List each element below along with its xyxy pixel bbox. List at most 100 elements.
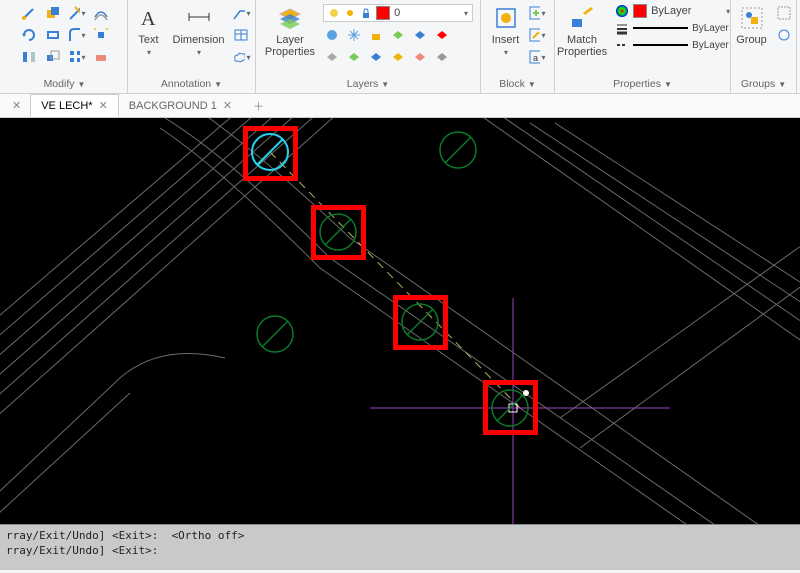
color-combo[interactable]: ByLayer ▾: [615, 4, 730, 18]
tab-label: BACKGROUND 1: [129, 100, 217, 112]
layer-uniso-icon[interactable]: [345, 48, 363, 66]
layer-off-icon[interactable]: [323, 26, 341, 44]
group-annotation-label: Annotation: [161, 78, 211, 90]
insert-button[interactable]: Insert ▾: [490, 4, 522, 57]
chevron-down-icon: ▾: [504, 48, 508, 57]
group-properties-label: Properties: [613, 78, 661, 90]
match-properties-label: Match Properties: [557, 34, 607, 58]
file-tab[interactable]: VE LECH* ✕: [30, 94, 119, 117]
group-label-text: Group: [736, 34, 767, 46]
color-swatch: [376, 6, 390, 20]
copy-icon[interactable]: [44, 4, 62, 22]
dimension-button[interactable]: Dimension ▾: [171, 4, 227, 57]
line-sample: [633, 27, 688, 29]
close-icon[interactable]: ✕: [12, 99, 21, 112]
layer-lock-icon[interactable]: [367, 26, 385, 44]
insert-label: Insert: [492, 34, 520, 46]
offset-icon[interactable]: [92, 4, 110, 22]
command-history-line: rray/Exit/Undo] <Exit>: <Ortho off>: [6, 529, 794, 542]
layer-properties-label: Layer Properties: [265, 34, 315, 58]
chevron-down-icon[interactable]: ▼: [381, 80, 389, 89]
layer-name: 0: [394, 7, 400, 19]
color-value: ByLayer: [651, 5, 691, 17]
highlight-box: [243, 126, 298, 181]
leader-icon[interactable]: ▾: [232, 4, 250, 22]
rotate-icon[interactable]: [20, 26, 38, 44]
create-block-icon[interactable]: ▾: [528, 4, 546, 22]
scale-icon[interactable]: [44, 48, 62, 66]
stretch-icon[interactable]: [44, 26, 62, 44]
group-block-label: Block: [499, 78, 525, 90]
tab-label: VE LECH*: [41, 100, 92, 112]
chevron-down-icon: ▾: [726, 7, 730, 16]
layer-previous-icon[interactable]: [433, 26, 451, 44]
lineweight-combo[interactable]: ByLayer: [615, 21, 730, 35]
command-window[interactable]: rray/Exit/Undo] <Exit>: <Ortho off> rray…: [0, 524, 800, 570]
chevron-down-icon[interactable]: ▼: [664, 80, 672, 89]
chevron-down-icon: ▾: [147, 48, 151, 57]
layer-state-icon[interactable]: [389, 48, 407, 66]
file-tab[interactable]: BACKGROUND 1 ✕: [119, 94, 243, 117]
svg-text:A: A: [141, 8, 156, 30]
edit-block-icon[interactable]: ▾: [528, 26, 546, 44]
lt-value: ByLayer: [692, 40, 729, 51]
ungroup-icon[interactable]: [775, 4, 793, 22]
layer-walk-icon[interactable]: [367, 48, 385, 66]
group-button[interactable]: Group: [734, 4, 769, 46]
layer-combo[interactable]: 0 ▾: [323, 4, 473, 22]
erase-icon[interactable]: [92, 48, 110, 66]
drawing-canvas[interactable]: [0, 118, 800, 524]
color-swatch: [633, 4, 647, 18]
chevron-down-icon: ▾: [464, 9, 468, 18]
layer-match-icon[interactable]: [411, 26, 429, 44]
bulb-icon: [328, 7, 340, 19]
line-sample: [633, 44, 688, 46]
lock-icon: [360, 7, 372, 19]
layer-change-icon[interactable]: [411, 48, 429, 66]
chevron-down-icon[interactable]: ▼: [528, 80, 536, 89]
highlight-box: [311, 205, 366, 260]
match-properties-button[interactable]: Match Properties: [555, 4, 609, 58]
add-tab-button[interactable]: ＋: [243, 94, 275, 117]
group-layers: Layer Properties 0 ▾: [256, 0, 481, 93]
sun-icon: [344, 7, 356, 19]
layer-iso-icon[interactable]: [323, 48, 341, 66]
svg-text:a: a: [533, 53, 538, 63]
close-icon[interactable]: ✕: [223, 99, 232, 112]
revcloud-icon[interactable]: ▾: [232, 48, 250, 66]
group-layers-label: Layers: [347, 78, 379, 90]
layer-copy-icon[interactable]: [433, 48, 451, 66]
group-modify: ▾ ▾ ▾ Modify▼: [2, 0, 128, 93]
array-icon[interactable]: ▾: [68, 48, 86, 66]
chevron-down-icon[interactable]: ▼: [778, 80, 786, 89]
highlight-box: [483, 380, 538, 435]
dimension-label: Dimension: [173, 34, 225, 46]
highlight-box: [393, 295, 448, 350]
start-tab[interactable]: ✕: [4, 94, 30, 117]
group-modify-label: Modify: [44, 78, 75, 90]
mirror-icon[interactable]: [20, 48, 38, 66]
fillet-icon[interactable]: ▾: [68, 26, 86, 44]
linetype-icon: [615, 38, 629, 52]
chevron-down-icon[interactable]: ▼: [78, 80, 86, 89]
linetype-combo[interactable]: ByLayer: [615, 38, 730, 52]
table-icon[interactable]: [232, 26, 250, 44]
chevron-down-icon: ▾: [197, 48, 201, 57]
explode-icon[interactable]: [92, 26, 110, 44]
text-button[interactable]: A Text ▾: [133, 4, 165, 57]
move-icon[interactable]: [20, 4, 38, 22]
lineweight-icon: [615, 21, 629, 35]
command-history-line: rray/Exit/Undo] <Exit>:: [6, 544, 794, 557]
layer-freeze-icon[interactable]: [345, 26, 363, 44]
layer-properties-button[interactable]: Layer Properties: [263, 4, 317, 58]
trim-icon[interactable]: ▾: [68, 4, 86, 22]
group-block: Insert ▾ ▾ ▾ a▾ Block▼: [481, 0, 555, 93]
group-groups: Group Groups▼: [731, 0, 797, 93]
edit-attr-icon[interactable]: a▾: [528, 48, 546, 66]
close-icon[interactable]: ✕: [99, 99, 108, 112]
layer-make-current-icon[interactable]: [389, 26, 407, 44]
color-wheel-icon: [615, 4, 629, 18]
group-properties: Match Properties ByLayer ▾ ByLayer: [555, 0, 731, 93]
group-edit-icon[interactable]: [775, 26, 793, 44]
chevron-down-icon[interactable]: ▼: [214, 80, 222, 89]
